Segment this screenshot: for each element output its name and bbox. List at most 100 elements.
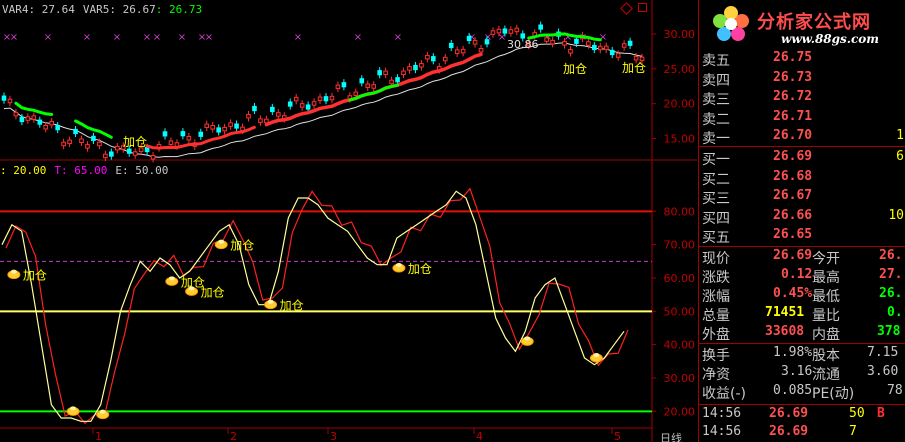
brand-name: 分析家公式网 bbox=[757, 12, 871, 33]
candle bbox=[538, 24, 543, 30]
candle bbox=[550, 39, 555, 45]
ask-label: 卖四 bbox=[702, 72, 730, 89]
candle bbox=[586, 41, 591, 46]
candle bbox=[615, 53, 621, 58]
tick-price: 26.69 bbox=[769, 406, 809, 421]
candle bbox=[97, 141, 102, 147]
candle bbox=[323, 96, 329, 102]
candle bbox=[85, 144, 90, 149]
stat-high: 最高 bbox=[812, 270, 840, 286]
candle bbox=[502, 28, 508, 34]
stat-change: 涨跌 bbox=[702, 270, 730, 286]
add-position-label: 加仓 bbox=[23, 269, 47, 283]
bid-row[interactable]: 买一 26.69 6 bbox=[699, 149, 905, 168]
candle bbox=[91, 135, 96, 141]
candle bbox=[204, 123, 210, 129]
signal-mark: × bbox=[178, 32, 186, 43]
gold-ingot-icon bbox=[267, 299, 274, 304]
ask-label: 卖三 bbox=[702, 92, 730, 108]
gold-ingot-icon bbox=[168, 276, 175, 281]
tick-volume: 50 bbox=[849, 406, 865, 421]
candle bbox=[67, 139, 72, 145]
candle bbox=[466, 35, 472, 42]
maximize-icon[interactable] bbox=[638, 3, 647, 12]
candle bbox=[341, 82, 347, 88]
fund-nav: 净资 bbox=[702, 367, 730, 383]
stat-volume: 总量 bbox=[702, 308, 730, 324]
ask-row[interactable]: 卖二 26.71 bbox=[699, 109, 905, 128]
stat-low: 最低 bbox=[812, 289, 840, 305]
divider bbox=[699, 404, 905, 405]
candle bbox=[490, 30, 496, 35]
osc-axis-label: 30.00 bbox=[664, 372, 696, 385]
candle bbox=[31, 115, 37, 120]
month-label: 3 bbox=[330, 430, 337, 442]
ask-price: 26.71 bbox=[773, 108, 813, 124]
ask-volume: 1 bbox=[896, 128, 904, 143]
var4-value: VAR4: 27.64 bbox=[2, 3, 75, 16]
candle bbox=[180, 131, 186, 137]
ask-row[interactable]: 卖三 26.72 bbox=[699, 89, 905, 108]
candle bbox=[114, 145, 120, 151]
candle bbox=[425, 54, 430, 60]
candle bbox=[222, 126, 227, 132]
bid-row[interactable]: 买四 26.66 10 bbox=[699, 208, 905, 227]
ask-price: 26.75 bbox=[773, 50, 813, 65]
candle bbox=[448, 42, 454, 49]
ask-row[interactable]: 卖四 26.73 bbox=[699, 70, 905, 89]
ask-row[interactable]: 卖一 26.70 1 bbox=[699, 128, 905, 147]
bid-label: 买三 bbox=[702, 191, 730, 207]
candle bbox=[365, 83, 371, 89]
candle bbox=[252, 105, 257, 112]
candle bbox=[484, 39, 490, 45]
candle bbox=[275, 112, 281, 117]
candle bbox=[43, 124, 49, 130]
inner-value: 378 bbox=[877, 324, 901, 339]
candle bbox=[574, 38, 579, 44]
price-axis-label: 25.00 bbox=[664, 63, 696, 76]
candle bbox=[562, 41, 567, 46]
pe-value: 78 bbox=[887, 383, 903, 398]
open-price: 26. bbox=[879, 248, 903, 263]
d-value: : 20.00 bbox=[0, 164, 47, 177]
gold-ingot-icon bbox=[188, 286, 195, 291]
float-value: 3.60 bbox=[867, 364, 899, 379]
candle bbox=[79, 138, 84, 144]
candle bbox=[419, 63, 424, 68]
candle bbox=[329, 95, 335, 101]
candle bbox=[389, 79, 394, 85]
signal-mark: × bbox=[113, 32, 121, 43]
add-position-label: 加仓 bbox=[408, 262, 432, 276]
k-line bbox=[1, 190, 625, 422]
ask-price: 26.72 bbox=[773, 89, 813, 104]
nav-value: 3.16 bbox=[781, 364, 813, 379]
candle bbox=[514, 27, 520, 33]
change-value: 0.12 bbox=[781, 267, 813, 282]
price-axis-label: 30.00 bbox=[664, 28, 696, 41]
ask-row[interactable]: 卖五 26.75 bbox=[699, 50, 905, 69]
shares-value: 7.15 bbox=[867, 345, 899, 360]
bid-row[interactable]: 买三 26.67 bbox=[699, 188, 905, 207]
last-price: 26.69 bbox=[773, 248, 813, 263]
month-label: 4 bbox=[476, 430, 483, 442]
bid-row[interactable]: 买五 26.65 bbox=[699, 227, 905, 246]
gold-ingot-icon bbox=[99, 409, 106, 414]
signal-mark: × bbox=[205, 32, 213, 43]
high-price: 27. bbox=[879, 267, 903, 282]
candle bbox=[150, 155, 156, 160]
candle bbox=[609, 49, 615, 56]
outer-value: 33608 bbox=[765, 324, 805, 339]
bid-row[interactable]: 买二 26.68 bbox=[699, 169, 905, 188]
signal-mark: × bbox=[394, 32, 402, 43]
oscillator-pane-header: : 20.00 T: 65.00 E: 50.00 bbox=[0, 164, 176, 177]
osc-axis-label: 80.00 bbox=[664, 205, 696, 218]
logo: 分析家公式网 www.88gs.com bbox=[699, 0, 905, 50]
stat-inner: 内盘 bbox=[812, 327, 840, 343]
candle bbox=[287, 101, 293, 107]
divider bbox=[699, 343, 905, 344]
signal-mark: × bbox=[294, 32, 302, 43]
candle bbox=[401, 70, 406, 76]
candle bbox=[73, 128, 78, 135]
candle bbox=[442, 56, 448, 62]
period-label-daily[interactable]: 日线 bbox=[660, 430, 682, 442]
